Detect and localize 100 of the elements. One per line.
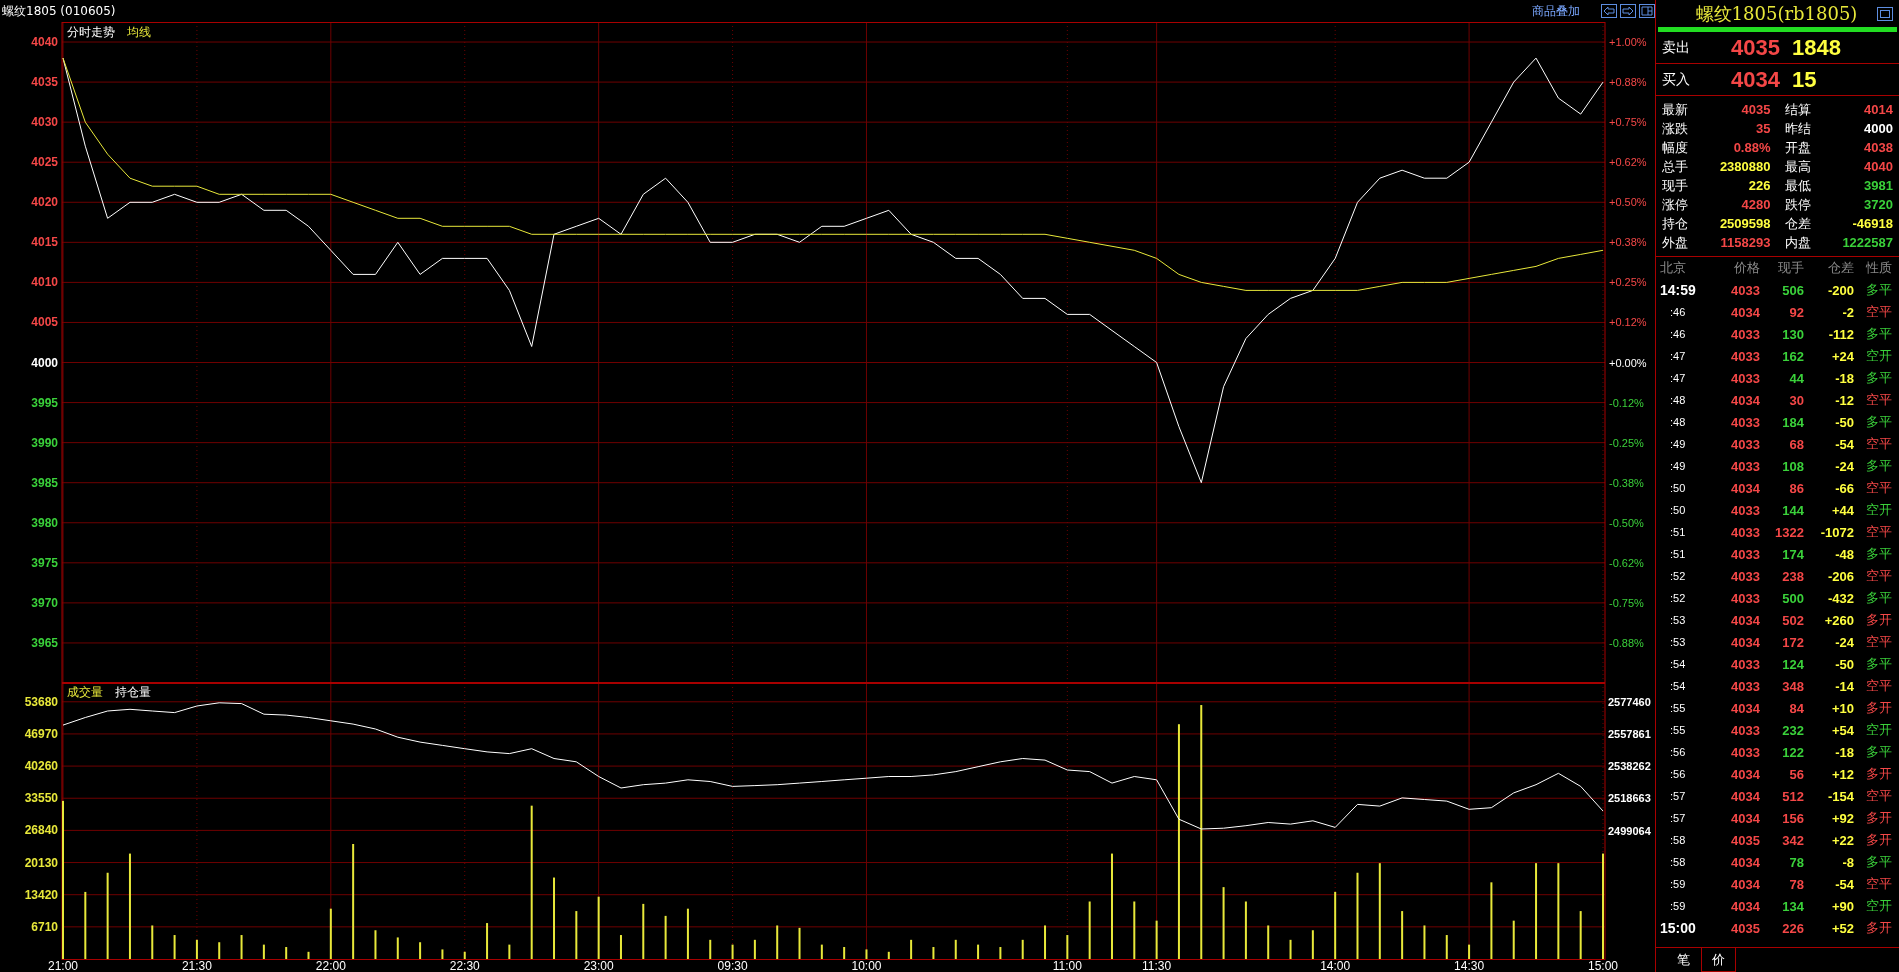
axis-label: 2538262	[1608, 760, 1651, 773]
axis-label: 4040	[31, 35, 58, 50]
price-cell-text: 4033	[1730, 458, 1760, 474]
time-cell-text: :47	[1669, 350, 1687, 362]
axis-label: -0.12%	[1609, 396, 1644, 409]
volume-bar	[575, 911, 578, 959]
volume-bar	[285, 947, 288, 959]
right-arrow-icon	[1622, 6, 1634, 16]
axis-label: +0.38%	[1609, 236, 1647, 249]
volume-cell-text: 56	[1788, 766, 1804, 782]
volume-bar	[1044, 925, 1047, 959]
time-label: 22:30	[449, 959, 480, 972]
time-cell-text: :50	[1669, 504, 1687, 516]
volume-bar	[642, 903, 645, 959]
time-cell-text: :50	[1669, 482, 1687, 494]
volume-cell-text: 124	[1781, 656, 1804, 672]
volume-cell-text: 1322	[1774, 524, 1804, 540]
change-cell-text: -54	[1834, 436, 1854, 452]
change-cell-text: +10	[1830, 700, 1854, 716]
quote-label: 最低	[1784, 176, 1811, 195]
quote-value: 1158293	[1720, 235, 1771, 250]
price-cell-text: 4034	[1730, 612, 1760, 628]
axis-label: 33550	[24, 791, 58, 806]
axis-label: 3990	[31, 435, 58, 450]
volume-bar	[731, 944, 734, 959]
left-arrow-button[interactable]	[1601, 4, 1617, 18]
time-cell-text: :53	[1669, 636, 1687, 648]
axis-label: 13420	[24, 887, 58, 902]
time-cell-text: :56	[1669, 768, 1687, 780]
axis-label: -0.38%	[1609, 476, 1644, 489]
volume-bar	[262, 944, 265, 959]
volume-bar	[1401, 911, 1404, 959]
time-cell-text: :57	[1669, 812, 1687, 824]
volume-bar	[1021, 939, 1024, 959]
axis-label: 2499064	[1608, 824, 1651, 837]
time-cell-text: :57	[1669, 790, 1687, 802]
axis-label: 53680	[24, 694, 58, 709]
volume-cell-text: 184	[1781, 414, 1804, 430]
volume-bar	[419, 942, 422, 959]
time-cell-text: :49	[1669, 460, 1687, 472]
price-cell-text: 4033	[1730, 348, 1760, 364]
volume-bar	[84, 891, 87, 959]
volume-bar	[173, 935, 176, 959]
price-cell-text: 4033	[1730, 524, 1760, 540]
right-arrow-button[interactable]	[1620, 4, 1636, 18]
column-header: 仓差	[1827, 259, 1854, 277]
axis-label: -0.88%	[1609, 636, 1644, 649]
price-cell-text: 4033	[1730, 656, 1760, 672]
axis-label: 4025	[31, 155, 58, 170]
time-cell-text: :58	[1669, 856, 1687, 868]
type-cell-text: 空平	[1865, 567, 1892, 585]
quote-label: 涨停	[1662, 195, 1688, 214]
book-label: 买入	[1662, 70, 1691, 89]
quote-value: 226	[1748, 178, 1771, 193]
type-cell-text: 多开	[1865, 611, 1892, 629]
quote-label: 跌停	[1784, 195, 1811, 214]
volume-bar	[1222, 887, 1225, 959]
price-cell-text: 4034	[1730, 876, 1760, 892]
column-header: 北京	[1660, 259, 1687, 277]
time-cell-text: :46	[1669, 306, 1687, 318]
price-cell-text: 4033	[1730, 722, 1760, 738]
type-cell-text: 空平	[1865, 633, 1892, 651]
axis-label: 3975	[31, 555, 58, 570]
volume-bar	[1512, 920, 1515, 959]
axis-label: 3965	[31, 635, 58, 650]
time-cell-text: :51	[1669, 526, 1687, 538]
maximize-button[interactable]	[1877, 6, 1893, 21]
quote-value: 4280	[1741, 197, 1771, 212]
axis-label: 3980	[31, 515, 58, 530]
time-label: 21:30	[181, 959, 212, 972]
time-label: 23:00	[583, 959, 614, 972]
axis-label: 3970	[31, 595, 58, 610]
type-cell-text: 多平	[1865, 413, 1892, 431]
type-cell-text: 多平	[1865, 589, 1892, 607]
axis-label: +0.75%	[1609, 116, 1647, 129]
axis-label: 4015	[31, 235, 58, 250]
quote-label: 最高	[1784, 157, 1811, 176]
type-cell-text: 空平	[1865, 677, 1892, 695]
volume-bar	[843, 947, 846, 959]
time-label: 14:30	[1454, 959, 1485, 972]
column-header: 现手	[1777, 259, 1804, 277]
change-cell-text: -50	[1834, 656, 1854, 672]
quote-value: 35	[1756, 121, 1771, 136]
layout-button[interactable]	[1639, 4, 1655, 18]
volume-cell-text: 130	[1781, 326, 1804, 342]
change-cell-text: -24	[1834, 634, 1854, 650]
column-header: 价格	[1733, 259, 1760, 277]
volume-bar	[218, 942, 221, 959]
tab[interactable]: 价	[1701, 948, 1736, 972]
axis-label: +0.88%	[1609, 76, 1647, 89]
axis-label: 4005	[31, 315, 58, 330]
axis-label: 4020	[31, 195, 58, 210]
axis-label: +0.25%	[1609, 276, 1647, 289]
quote-value: 4014	[1864, 102, 1893, 117]
axis-label: 4035	[31, 75, 58, 90]
volume-cell-text: 348	[1781, 678, 1804, 694]
volume-bar	[686, 908, 689, 959]
price-cell-text: 4034	[1730, 854, 1760, 870]
overlay-link[interactable]: 商品叠加	[1532, 2, 1580, 20]
type-cell-text: 空平	[1865, 303, 1892, 321]
